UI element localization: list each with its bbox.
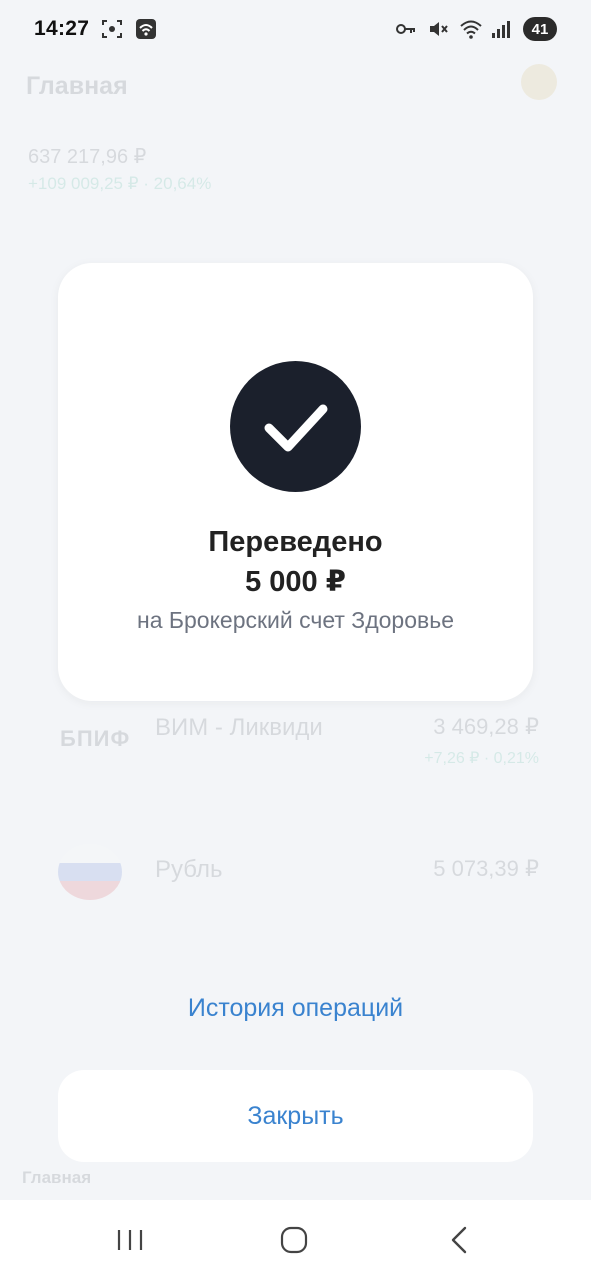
background-total-value: 637 217,96 ₽ xyxy=(28,146,147,168)
home-icon[interactable] xyxy=(274,1220,314,1260)
success-card: Переведено 5 000 ₽ на Брокерский счет Зд… xyxy=(58,263,533,701)
status-right: 41 xyxy=(395,17,557,41)
screenshot-icon xyxy=(101,18,123,40)
status-left: 14:27 xyxy=(34,17,157,41)
signal-icon xyxy=(491,18,513,40)
bottom-nav-home-label: Главная xyxy=(22,1168,92,1187)
status-bar: 14:27 41 xyxy=(0,0,591,58)
battery-indicator: 41 xyxy=(523,17,557,41)
system-navigation-bar xyxy=(0,1200,591,1280)
currency-name: Рубль xyxy=(155,856,223,883)
mute-icon xyxy=(427,18,449,40)
background-title: Главная xyxy=(26,72,128,100)
asset-change: +7,26 ₽ · 0,21% xyxy=(424,750,539,767)
success-check-icon xyxy=(230,361,361,492)
operation-history-link[interactable]: История операций xyxy=(0,994,591,1023)
recent-apps-icon[interactable] xyxy=(110,1220,150,1260)
wifi-icon xyxy=(459,18,482,40)
wifi-hotspot-icon xyxy=(135,18,157,40)
asset-name: ВИМ - Ликвиди xyxy=(155,714,323,741)
success-title: Переведено xyxy=(208,526,383,558)
transfer-amount: 5 000 ₽ xyxy=(245,566,346,598)
ruble-flag-icon xyxy=(58,844,122,900)
close-button[interactable]: Закрыть xyxy=(58,1070,533,1162)
avatar xyxy=(521,64,557,100)
status-time: 14:27 xyxy=(34,17,90,40)
currency-value: 5 073,39 ₽ xyxy=(433,856,539,881)
transfer-destination: на Брокерский счет Здоровье xyxy=(137,607,454,633)
background-total-profit: +109 009,25 ₽ · 20,64% xyxy=(28,174,212,193)
asset-value: 3 469,28 ₽ xyxy=(433,714,539,739)
key-icon xyxy=(395,18,417,40)
fund-logo: БПИФ xyxy=(60,726,131,751)
back-icon[interactable] xyxy=(440,1220,480,1260)
